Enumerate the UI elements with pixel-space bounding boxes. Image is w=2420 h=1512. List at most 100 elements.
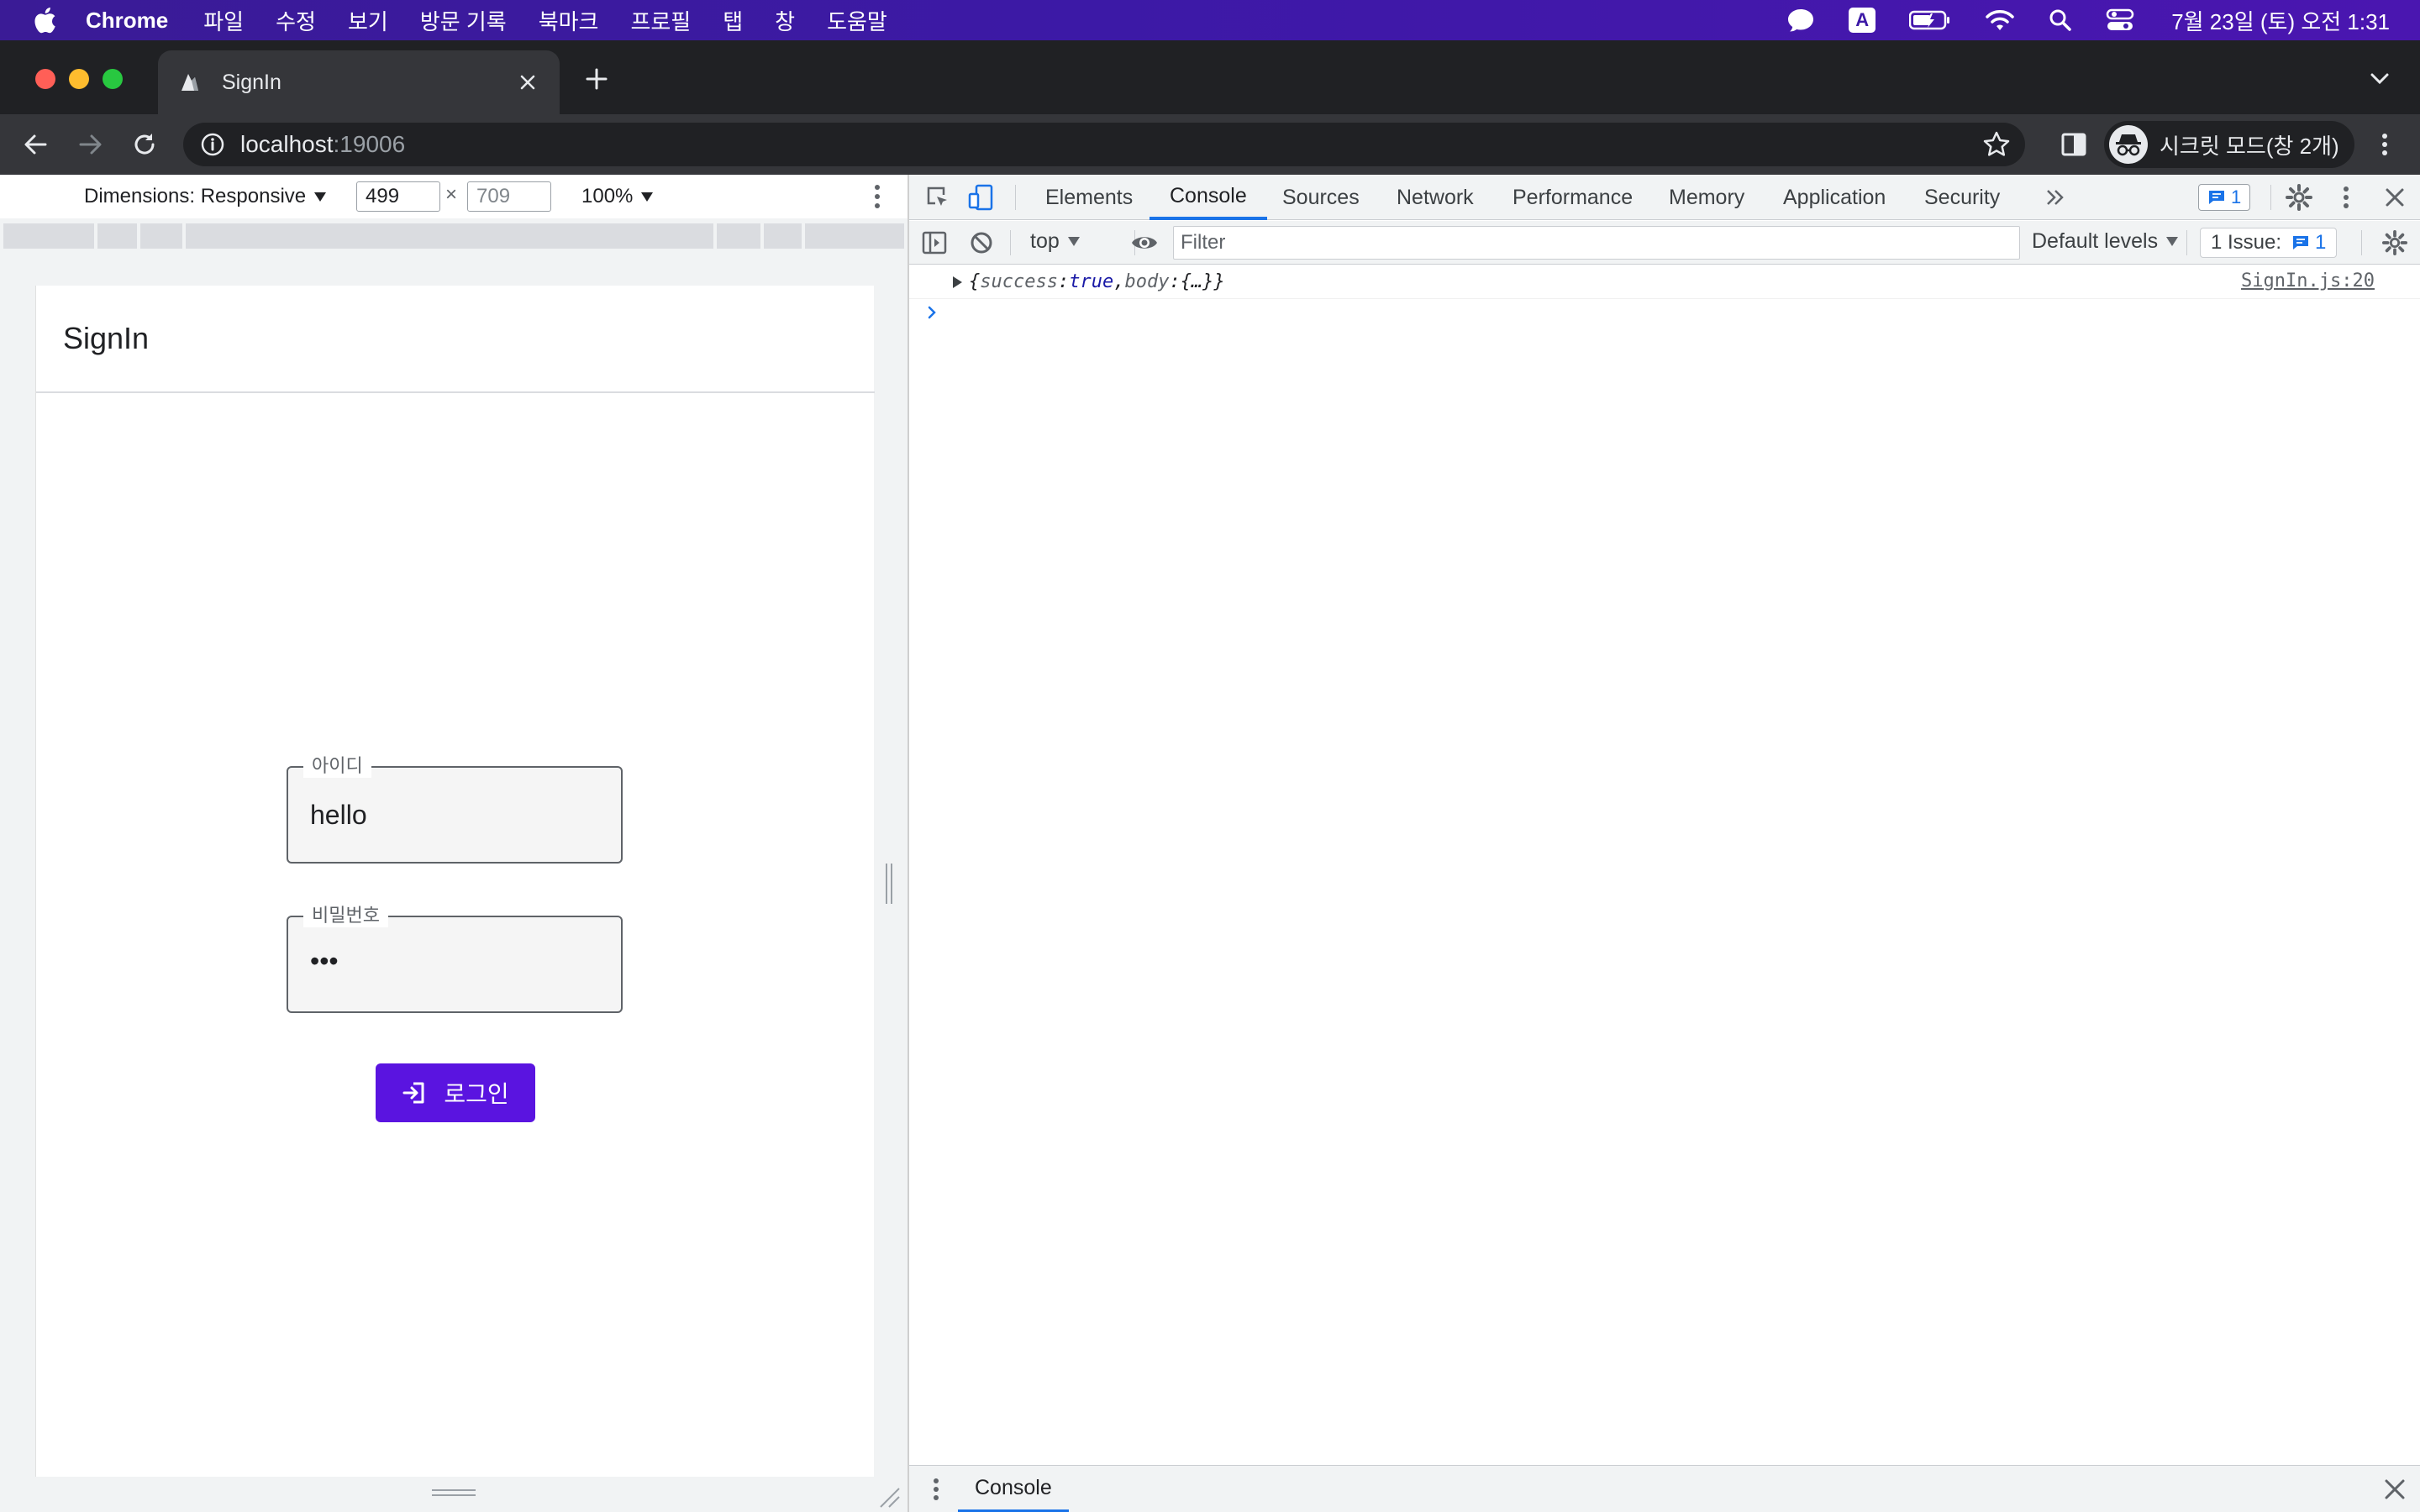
app-header: SignIn [36,286,875,393]
input-source-indicator[interactable]: A [1849,8,1876,33]
drawer-tab-console[interactable]: Console [958,1466,1069,1512]
resize-handle-horizontal-icon[interactable] [430,1487,477,1499]
bookmark-star-icon[interactable] [1981,129,2012,160]
devtools-kebab-icon[interactable] [2331,182,2361,213]
context-selector[interactable]: top [1030,229,1080,254]
tab-memory[interactable]: Memory [1669,175,1744,220]
tab-network[interactable]: Network [1397,175,1474,220]
caret-down-icon [641,192,654,202]
side-panel-icon[interactable] [2057,128,2091,161]
id-field[interactable]: 아이디 hello [287,754,623,864]
live-expression-eye-icon[interactable] [1129,228,1160,258]
login-icon [402,1082,424,1104]
menu-help[interactable]: 도움말 [827,5,887,36]
control-center-icon[interactable] [2106,8,2134,32]
drawer-close-icon[interactable] [2381,1476,2408,1503]
settings-gear-icon[interactable] [2284,182,2314,213]
resize-handle-corner-icon[interactable] [877,1485,901,1509]
incognito-icon [2109,125,2148,164]
tab-sources[interactable]: Sources [1282,175,1360,220]
wifi-icon[interactable] [1985,8,2015,32]
device-width-input[interactable] [356,181,440,212]
drawer-kebab-icon[interactable] [931,1474,941,1504]
page-title: SignIn [63,321,150,355]
tab-performance[interactable]: Performance [1512,175,1633,220]
tab-signin[interactable]: SignIn [158,50,560,114]
log-levels-dropdown[interactable]: Default levels [2032,229,2179,254]
inspect-element-icon[interactable] [923,182,953,213]
media-query-segment[interactable] [186,223,713,249]
tab-security[interactable]: Security [1924,175,2000,220]
menu-history[interactable]: 방문 기록 [420,5,507,36]
device-toggle-icon[interactable] [966,182,997,213]
tab-application[interactable]: Application [1783,175,1886,220]
window-close-button[interactable] [35,69,55,89]
console-log-entry[interactable]: {success: true, body: {…}} SignIn.js:20 [909,265,2420,299]
more-tabs-chevron-icon[interactable] [2040,182,2070,213]
device-emulation-pane: Dimensions: Responsive × 100% SignIn 아이디… [0,175,908,1512]
messages-icon[interactable] [1786,8,1815,33]
window-minimize-button[interactable] [69,69,89,89]
log-key-body: body [1124,271,1170,292]
console-settings-gear-icon[interactable] [2380,228,2410,258]
spotlight-search-icon[interactable] [2049,8,2072,32]
forward-arrow-icon[interactable] [74,128,108,161]
tab-close-icon[interactable] [511,66,544,99]
console-filter-input[interactable] [1173,226,2020,260]
password-field[interactable]: 비밀번호 ••• [287,904,623,1013]
password-field-label: 비밀번호 [303,904,388,927]
menu-window[interactable]: 창 [775,5,795,36]
media-query-segment[interactable] [763,223,802,249]
issue-message-icon [2293,236,2309,249]
expand-triangle-icon[interactable] [953,276,962,288]
toolbar-separator [2270,185,2271,210]
back-arrow-icon[interactable] [18,128,52,161]
macos-menu-bar: Chrome 파일 수정 보기 방문 기록 북마크 프로필 탭 창 도움말 A … [0,0,2420,40]
apple-icon[interactable] [32,6,57,34]
battery-icon[interactable] [1909,9,1951,31]
media-query-segment[interactable] [3,223,94,249]
media-query-segment[interactable] [97,223,138,249]
reload-icon[interactable] [128,128,161,161]
messages-badge[interactable]: 1 [2198,184,2251,211]
toolbar-separator [1015,185,1016,210]
log-source-link[interactable]: SignIn.js:20 [2241,270,2375,291]
menubar-clock[interactable]: 7월 23일 (토) 오전 1:31 [2171,5,2390,36]
media-query-segment[interactable] [805,223,904,249]
menu-edit[interactable]: 수정 [276,5,316,36]
menu-bookmarks[interactable]: 북마크 [539,5,599,36]
clear-console-icon[interactable] [966,228,997,258]
media-query-segment[interactable] [140,223,183,249]
window-zoom-button[interactable] [103,69,123,89]
zoom-dropdown[interactable]: 100% [581,185,654,208]
tab-console[interactable]: Console [1150,175,1267,220]
menu-app-name[interactable]: Chrome [86,8,168,34]
login-button[interactable]: 로그인 [376,1063,535,1122]
dimensions-dropdown[interactable]: Dimensions: Responsive [84,185,327,208]
devtools-close-icon[interactable] [2380,182,2410,213]
issues-counter-button[interactable]: 1 Issue: 1 [2200,228,2338,258]
media-query-segment[interactable] [716,223,760,249]
sidebar-toggle-icon[interactable] [919,228,950,258]
incognito-profile-button[interactable]: 시크릿 모드(창 2개) [2104,121,2354,168]
expo-favicon-icon [182,74,198,91]
address-bar[interactable]: localhost:19006 [183,123,2025,166]
device-height-input[interactable] [467,181,551,212]
media-query-bar[interactable] [3,223,904,249]
tab-search-chevron-icon[interactable] [2365,64,2395,94]
new-tab-plus-icon[interactable] [580,62,613,96]
menu-profile[interactable]: 프로필 [630,5,691,36]
chrome-menu-kebab-icon[interactable] [2368,128,2402,161]
toolbar-separator [2186,230,2187,255]
menu-view[interactable]: 보기 [348,5,388,36]
device-options-kebab-icon[interactable] [865,181,889,212]
site-info-icon[interactable] [200,132,225,157]
resize-handle-vertical-icon[interactable] [884,862,894,906]
console-prompt-chevron-icon[interactable] [923,301,946,324]
log-value-true: true [1069,271,1114,292]
menu-tab[interactable]: 탭 [723,5,743,36]
tab-elements[interactable]: Elements [1045,175,1133,220]
console-toolbar: top Default levels 1 Issue: 1 [909,221,2420,265]
menu-file[interactable]: 파일 [203,5,244,36]
status-area: A 7월 23일 (토) 오전 1:31 [1753,0,2390,40]
